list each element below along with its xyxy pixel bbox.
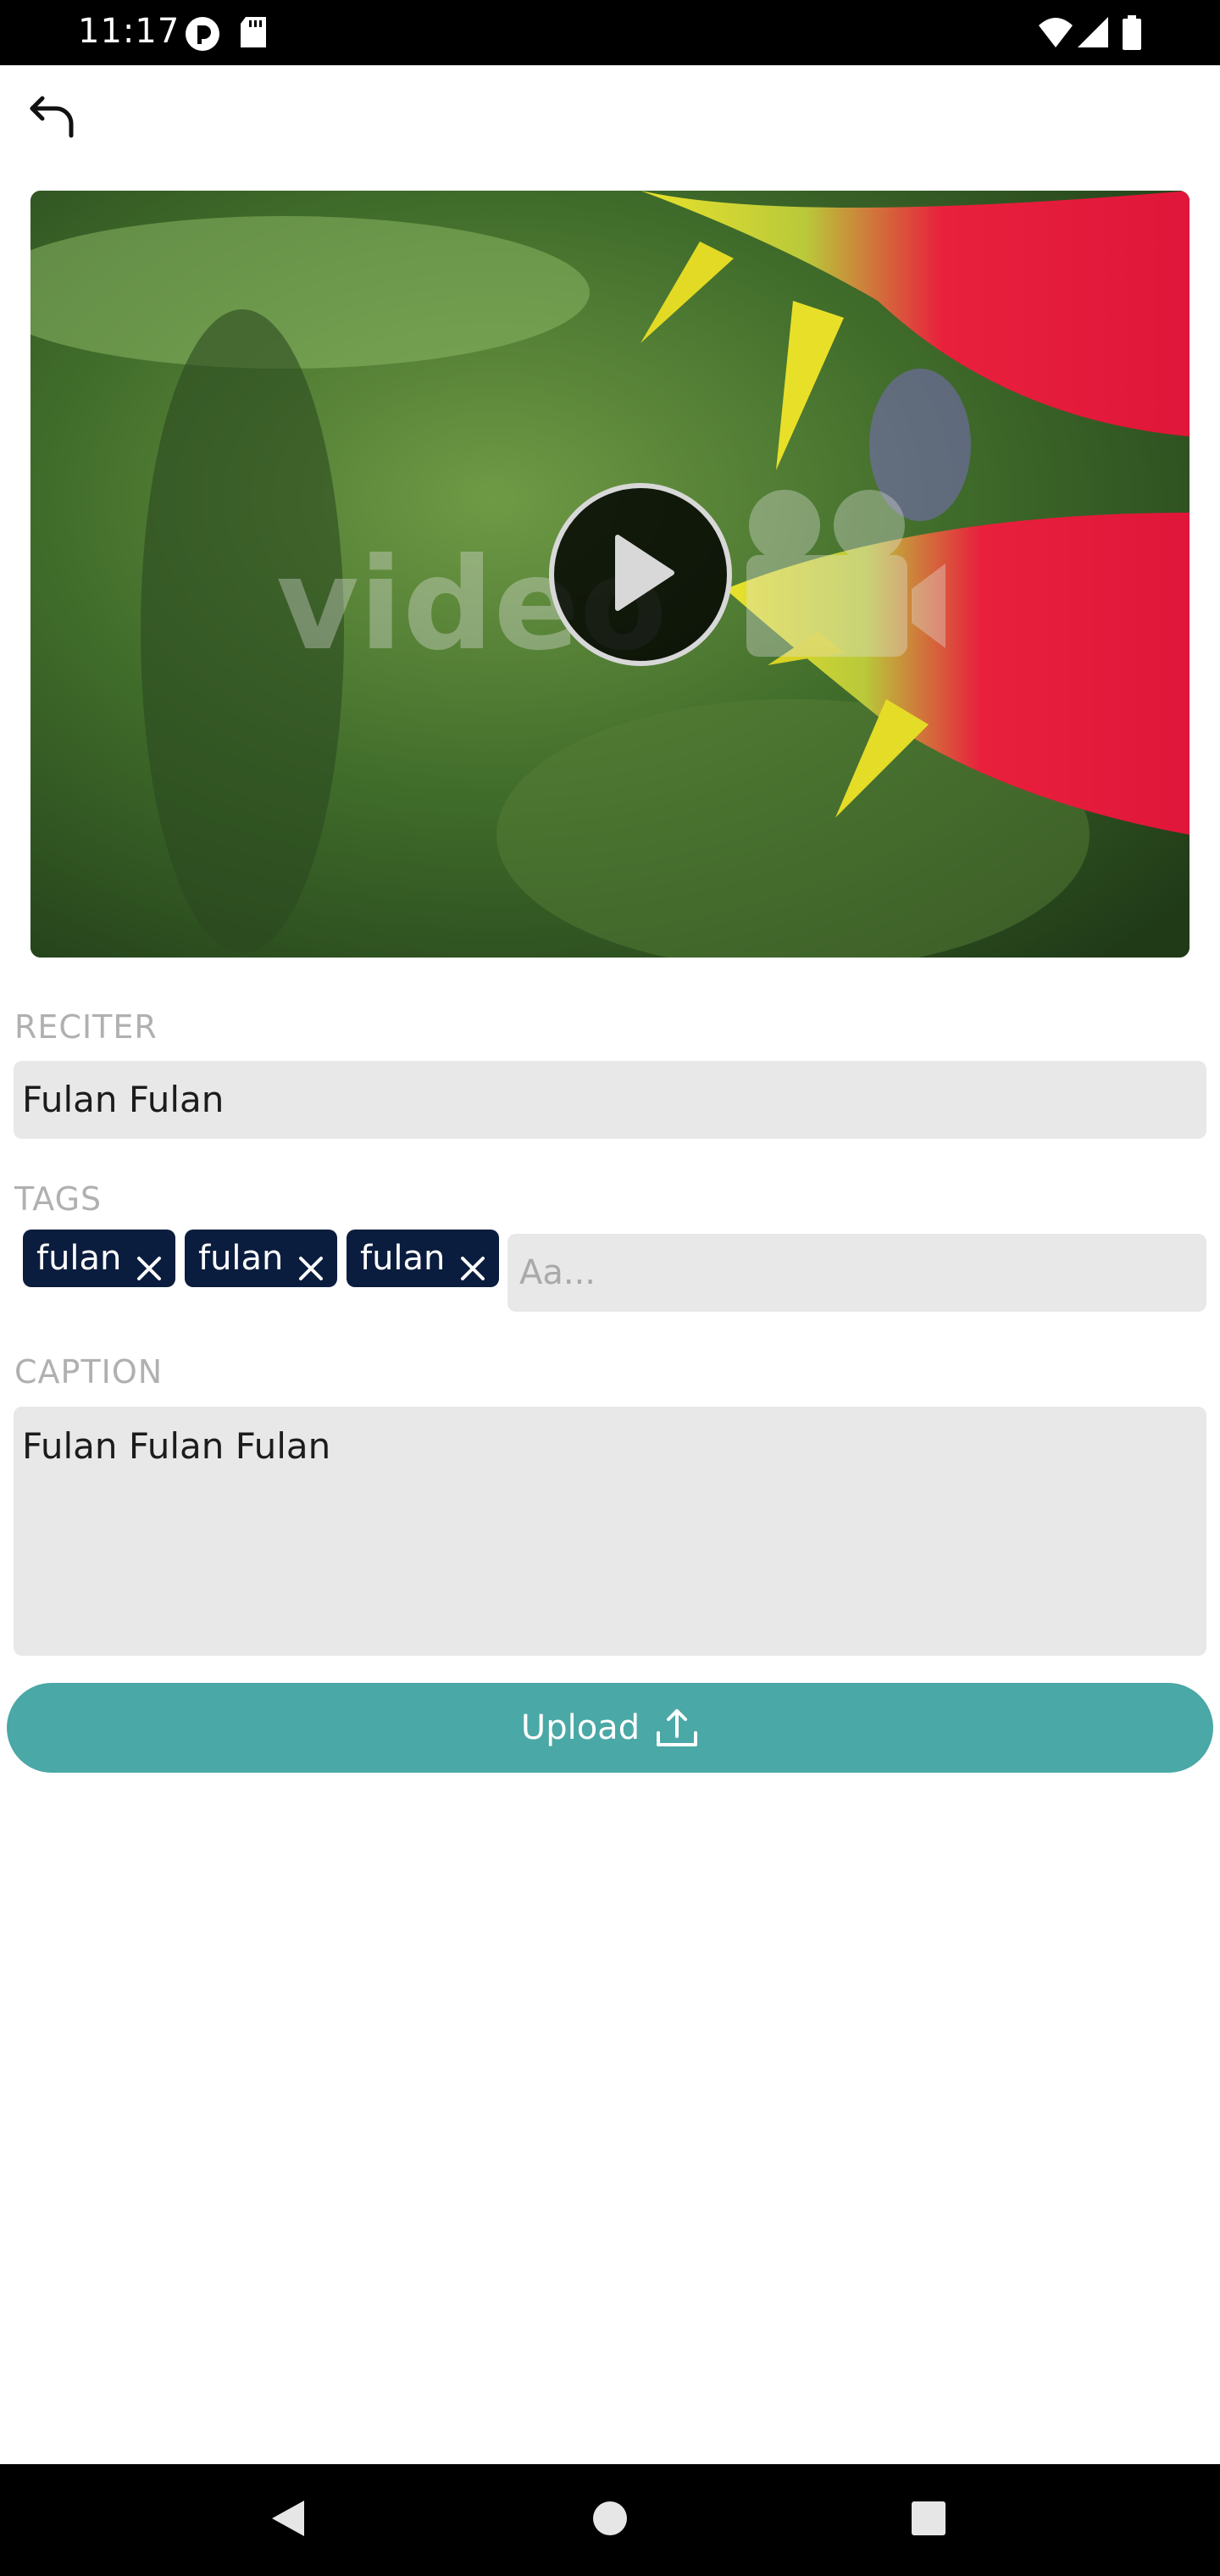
- navigation-bar: [0, 2464, 1220, 2576]
- tags-field: fulan fulan fulan: [14, 1227, 1206, 1312]
- tags-label: TAGS: [14, 1180, 103, 1218]
- nav-home-icon: [591, 2500, 629, 2540]
- close-icon[interactable]: [297, 1243, 325, 1280]
- nav-recents-button[interactable]: [903, 2495, 954, 2545]
- tags-input[interactable]: [507, 1234, 1206, 1312]
- tag-label: fulan: [360, 1239, 446, 1278]
- video-preview[interactable]: video: [30, 191, 1190, 958]
- nav-back-button[interactable]: [263, 2495, 313, 2545]
- upload-label: Upload: [520, 1708, 640, 1747]
- tag-label: fulan: [198, 1239, 284, 1278]
- battery-icon: [1122, 15, 1142, 54]
- tag-chip: fulan: [23, 1230, 175, 1287]
- status-bar: 11:17: [0, 0, 1220, 65]
- close-icon[interactable]: [458, 1243, 487, 1280]
- tag-chip: fulan: [185, 1230, 337, 1287]
- back-arrow-icon: [27, 93, 78, 144]
- close-icon[interactable]: [135, 1243, 164, 1280]
- upload-icon: [655, 1706, 699, 1750]
- cellular-signal-icon: [1076, 15, 1110, 53]
- reciter-label: RECITER: [14, 1008, 158, 1046]
- tag-label: fulan: [36, 1239, 122, 1278]
- caption-label: CAPTION: [14, 1353, 164, 1391]
- back-button[interactable]: [19, 85, 86, 153]
- play-button[interactable]: [549, 483, 732, 666]
- nav-home-button[interactable]: [585, 2495, 635, 2545]
- play-icon: [602, 530, 679, 619]
- nav-recents-icon: [911, 2501, 946, 2540]
- caption-textarea[interactable]: Fulan Fulan Fulan: [14, 1407, 1206, 1656]
- pocket-casts-icon: [184, 15, 221, 56]
- sd-card-icon: [239, 15, 268, 53]
- nav-back-icon: [269, 2497, 308, 2543]
- status-time: 11:17: [78, 12, 180, 51]
- upload-button[interactable]: Upload: [7, 1683, 1213, 1773]
- tag-chip: fulan: [347, 1230, 499, 1287]
- reciter-input[interactable]: Fulan Fulan: [14, 1061, 1206, 1139]
- wifi-icon: [1037, 15, 1074, 53]
